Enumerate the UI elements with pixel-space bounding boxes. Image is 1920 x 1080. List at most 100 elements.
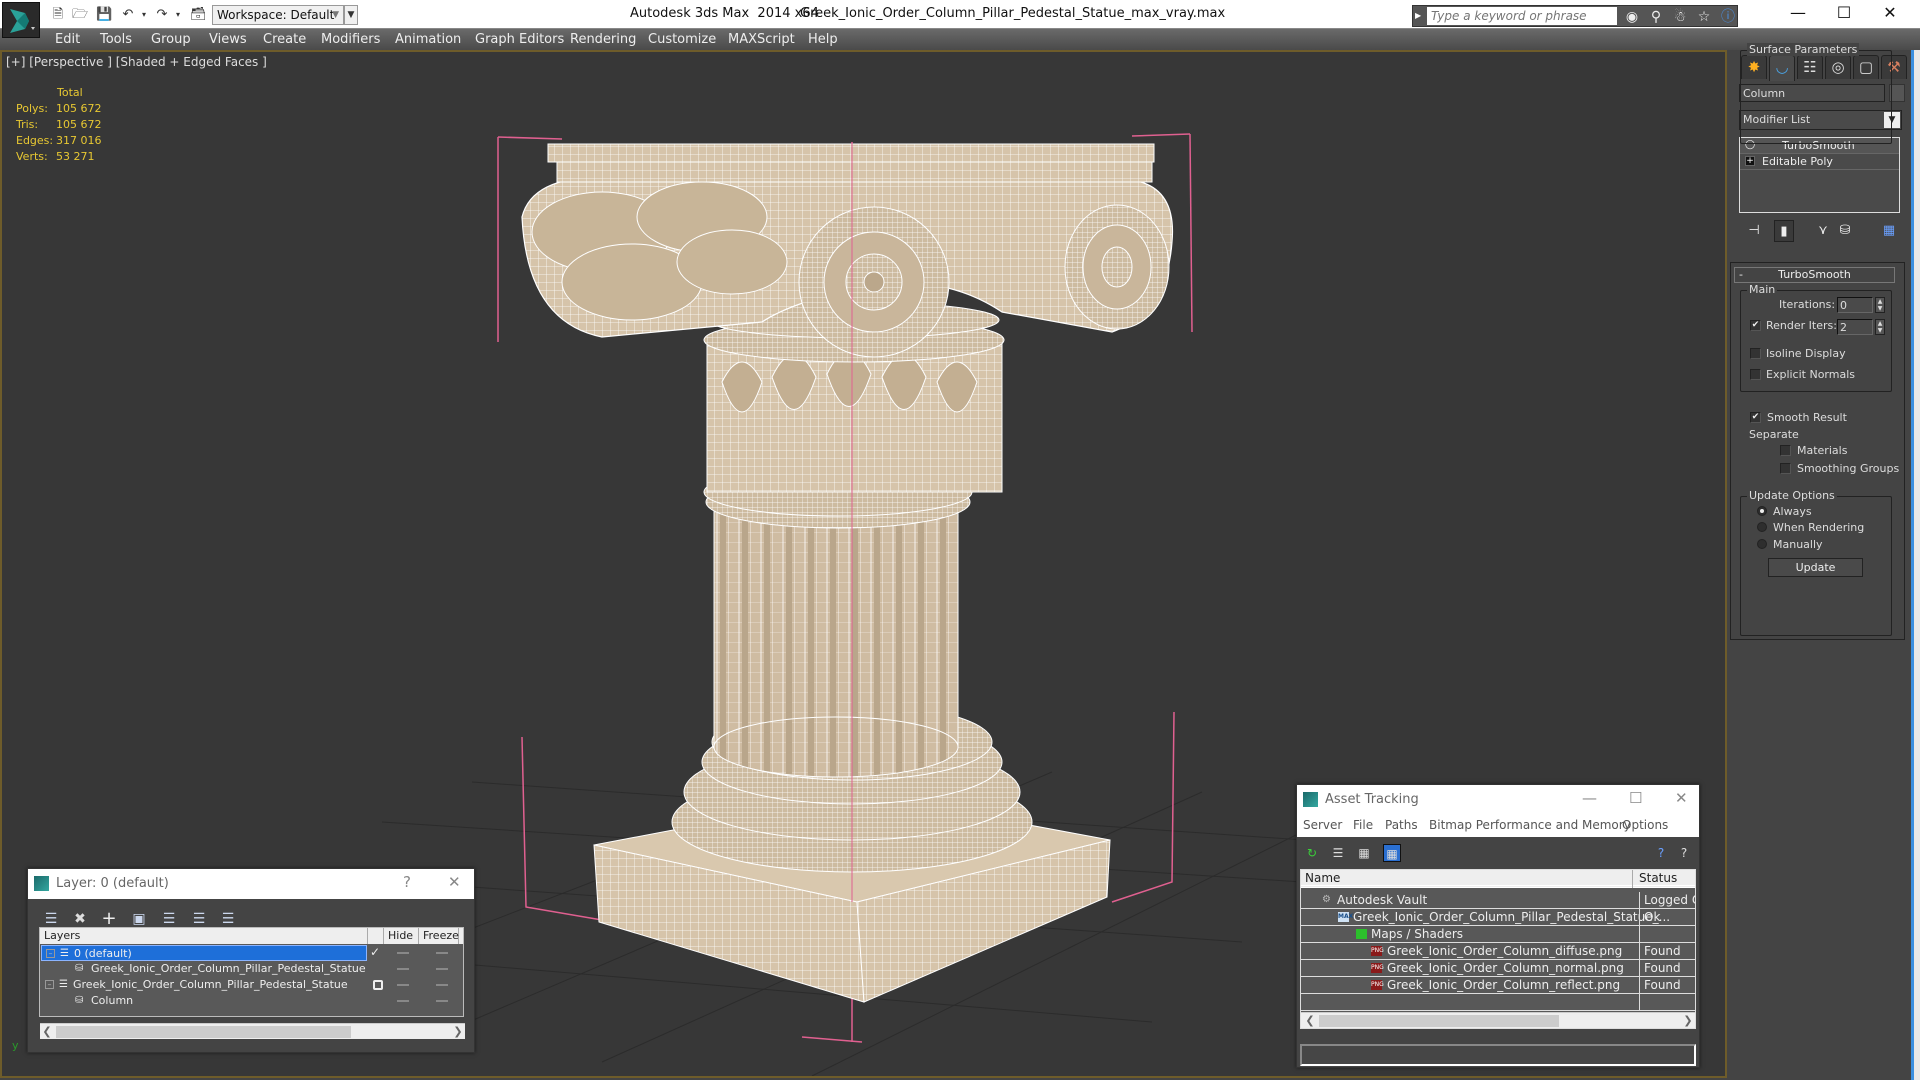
configure-modifier-sets-icon[interactable]: ▦	[1879, 220, 1899, 242]
key-icon[interactable]: ⚲	[1647, 8, 1665, 26]
asset-row[interactable]: PNG Greek_Ionic_Order_Column_reflect.png…	[1301, 977, 1695, 994]
undo-dropdown-icon[interactable]: ▾	[136, 7, 152, 23]
asset-path-field[interactable]	[1300, 1044, 1696, 1066]
set-current-layer-box[interactable]	[373, 980, 383, 990]
scroll-left-icon[interactable]: ❮	[40, 1024, 54, 1040]
list-view-icon[interactable]: ☰	[1329, 844, 1347, 862]
menu-options[interactable]: Options	[1622, 818, 1668, 832]
hide-toggle[interactable]	[397, 984, 409, 986]
iterations-field[interactable]	[1837, 297, 1873, 313]
create-layer-icon[interactable]: ☰	[41, 909, 61, 929]
render-iters-spinner[interactable]: ▲ ▼	[1875, 319, 1885, 335]
help-icon[interactable]: ⓘ	[1719, 8, 1737, 26]
select-objects-in-layer-icon[interactable]: ▣	[129, 909, 149, 929]
menu-paths[interactable]: Paths	[1385, 818, 1418, 832]
close-button[interactable]: ✕	[1675, 789, 1688, 807]
menu-rendering[interactable]: Rendering	[570, 32, 636, 47]
highlight-selected-layer-icon[interactable]: ☰	[159, 909, 179, 929]
scroll-right-icon[interactable]: ❯	[451, 1024, 465, 1040]
maximize-button[interactable]: ☐	[1629, 789, 1642, 807]
binoculars-icon[interactable]: ◉	[1623, 8, 1641, 26]
render-iters-field[interactable]	[1837, 319, 1873, 335]
layer-row[interactable]: – ☰ 0 (default) ✓	[40, 945, 463, 961]
menu-edit[interactable]: Edit	[55, 32, 80, 47]
smoothing-groups-checkbox[interactable]	[1780, 463, 1791, 474]
vault-help-icon[interactable]: ?	[1652, 844, 1670, 862]
menu-server[interactable]: Server	[1303, 818, 1342, 832]
menu-animation[interactable]: Animation	[395, 32, 461, 47]
close-button[interactable]: ✕	[448, 873, 461, 891]
radio-when-rendering[interactable]	[1757, 522, 1767, 532]
render-iters-checkbox[interactable]: ✔	[1750, 320, 1761, 331]
minimize-button[interactable]: —	[1775, 0, 1821, 28]
current-layer-check-icon[interactable]: ✓	[370, 945, 380, 960]
freeze-toggle[interactable]	[436, 952, 448, 954]
customize-quick-access-button[interactable]: ▼	[344, 5, 358, 25]
asset-dialog-titlebar[interactable]: Asset Tracking — ☐ ✕	[1297, 785, 1699, 815]
collapse-icon[interactable]: –	[46, 949, 55, 958]
project-folder-icon[interactable]: 🗃	[190, 7, 207, 23]
save-file-icon[interactable]: 💾	[96, 7, 112, 23]
minimize-button[interactable]: —	[1582, 789, 1597, 807]
undo-icon[interactable]: ↶	[120, 7, 136, 23]
col-status[interactable]: Status	[1635, 870, 1677, 888]
help-button[interactable]: ?	[403, 873, 411, 891]
layer-row[interactable]: ⛁ Column	[40, 993, 463, 1009]
col-layers[interactable]: Layers	[40, 928, 368, 944]
expand-search-icon[interactable]: ▶	[1415, 9, 1427, 23]
panel-scroll-area[interactable]	[1914, 50, 1920, 1080]
freeze-toggle[interactable]	[436, 984, 448, 986]
redo-icon[interactable]: ↷	[154, 7, 170, 23]
close-button[interactable]: ✕	[1867, 0, 1913, 28]
maximize-button[interactable]: ☐	[1821, 0, 1867, 28]
pin-stack-icon[interactable]: ⊣	[1744, 220, 1764, 242]
radio-always[interactable]	[1757, 506, 1767, 516]
layer-row[interactable]: – ☰ Greek_Ionic_Order_Column_Pillar_Pede…	[40, 977, 463, 993]
redo-dropdown-icon[interactable]: ▾	[170, 7, 186, 23]
asset-row[interactable]: PNG Greek_Ionic_Order_Column_diffuse.png…	[1301, 943, 1695, 960]
menu-create[interactable]: Create	[263, 32, 306, 47]
workspace-dropdown[interactable]: Workspace: Default ▼	[212, 5, 344, 25]
rollout-header-turbosmooth[interactable]: - TurboSmooth	[1734, 267, 1895, 283]
table-view-icon[interactable]: ▦	[1383, 844, 1401, 862]
freeze-layers-icon[interactable]: ☰	[218, 909, 238, 929]
remove-modifier-icon[interactable]: ⛁	[1835, 220, 1855, 242]
menu-file[interactable]: File	[1353, 818, 1373, 832]
col-hide[interactable]: Hide	[384, 928, 419, 944]
freeze-toggle[interactable]	[436, 968, 448, 970]
layer-horizontal-scrollbar[interactable]: ❮ ❯	[40, 1023, 465, 1039]
menu-bitmap-performance[interactable]: Bitmap Performance and Memory	[1429, 818, 1631, 832]
col-freeze[interactable]: Freeze	[419, 928, 459, 944]
menu-help[interactable]: Help	[808, 32, 838, 47]
open-file-icon[interactable]: 🗁	[72, 7, 88, 23]
make-unique-icon[interactable]: ⋎	[1813, 220, 1833, 242]
refresh-icon[interactable]: ↻	[1303, 844, 1321, 862]
asset-row[interactable]: ⚙ Autodesk Vault Logged Ou	[1301, 892, 1695, 909]
hide-toggle[interactable]	[397, 1000, 409, 1002]
update-button[interactable]: Update	[1768, 558, 1863, 577]
hide-toggle[interactable]	[397, 952, 409, 954]
asset-row[interactable]: MAX Greek_Ionic_Order_Column_Pillar_Pede…	[1301, 909, 1695, 926]
scrollbar-thumb[interactable]	[1319, 1015, 1559, 1027]
smooth-result-checkbox[interactable]: ✔	[1750, 412, 1761, 423]
layer-row[interactable]: ⛁ Greek_Ionic_Order_Column_Pillar_Pedest…	[40, 961, 463, 977]
asset-row[interactable]: PNG Greek_Ionic_Order_Column_normal.png …	[1301, 960, 1695, 977]
radio-manually[interactable]	[1757, 539, 1767, 549]
satellite-icon[interactable]: ☃	[1671, 8, 1689, 26]
freeze-toggle[interactable]	[436, 1000, 448, 1002]
search-input[interactable]	[1427, 7, 1617, 25]
layer-dialog-titlebar[interactable]: Layer: 0 (default) ? ✕	[28, 869, 474, 899]
star-icon[interactable]: ☆	[1695, 8, 1713, 26]
asset-row[interactable]: Maps / Shaders	[1301, 926, 1695, 943]
menu-maxscript[interactable]: MAXScript	[728, 32, 795, 47]
col-name[interactable]: Name	[1301, 870, 1633, 888]
delete-layer-icon[interactable]: ✖	[70, 909, 90, 929]
menu-tools[interactable]: Tools	[100, 32, 132, 47]
collapse-icon[interactable]: –	[45, 980, 54, 989]
expand-plus-icon[interactable]: +	[1745, 156, 1755, 166]
show-end-result-icon[interactable]: ▮	[1774, 220, 1794, 242]
app-menu-button[interactable]	[2, 2, 40, 38]
hide-toggle[interactable]	[397, 968, 409, 970]
scroll-right-icon[interactable]: ❯	[1681, 1013, 1695, 1028]
menu-graph-editors[interactable]: Graph Editors	[475, 32, 564, 47]
